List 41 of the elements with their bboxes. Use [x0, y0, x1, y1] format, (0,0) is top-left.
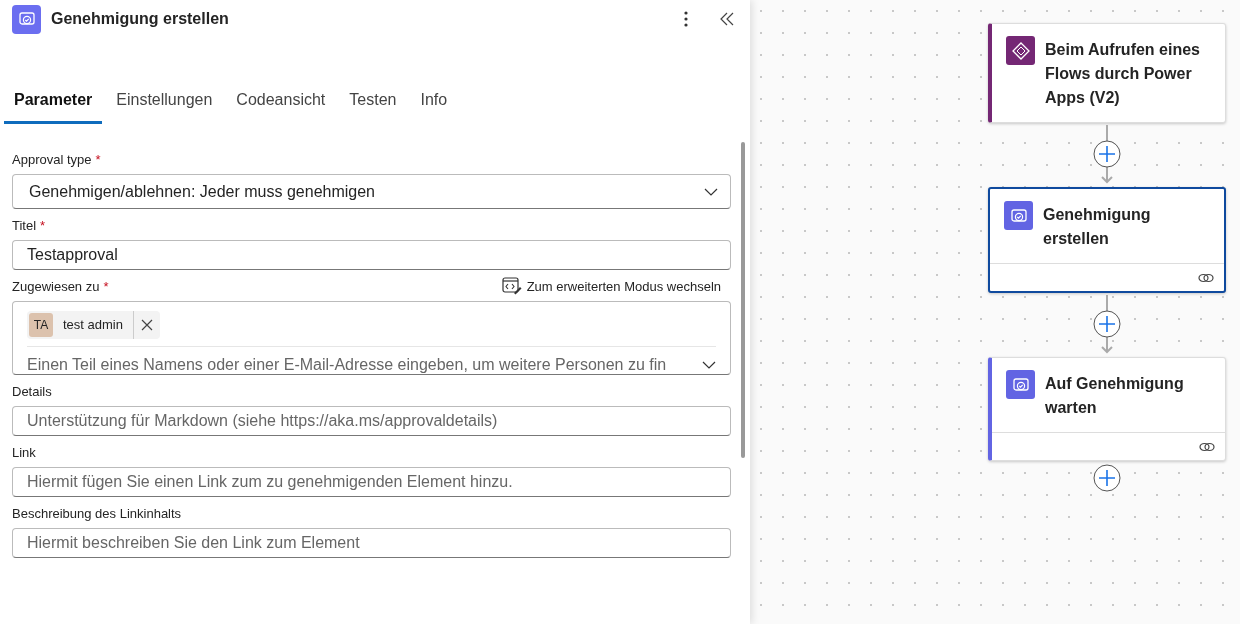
tab[interactable]: Codeansicht — [226, 85, 336, 124]
field-label: Approval type — [12, 151, 92, 167]
tab[interactable]: Parameter — [4, 85, 103, 124]
required-mark: * — [40, 217, 46, 233]
tab[interactable]: Einstellungen — [106, 85, 223, 124]
step-title: Genehmigung erstellen — [1043, 205, 1152, 249]
add-step-icon[interactable] — [1092, 463, 1122, 493]
field-label: Link — [12, 444, 36, 460]
input-field[interactable]: Hiermit beschreiben Sie den Link zum Element — [12, 528, 731, 558]
required-mark: * — [103, 278, 109, 294]
step-title: Auf Genehmigung warten — [1045, 374, 1185, 418]
link-icon — [1198, 272, 1214, 283]
approval-icon — [1006, 370, 1035, 399]
connector-arrow — [1092, 125, 1122, 185]
advanced-mode-link[interactable]: Zum erweiterten Modus wechseln — [501, 277, 731, 295]
approval-icon — [12, 4, 41, 34]
input-field[interactable]: Unterstützung für Markdown (siehe https://aka.ms/approvaldetails) — [12, 406, 731, 436]
flow-step-card[interactable]: Genehmigung erstellen — [988, 187, 1226, 293]
step-title: Beim Aufrufen eines Flows durch Power Apps (V2) — [1045, 40, 1201, 108]
input-field[interactable]: Hiermit fügen Sie einen Link zum zu genehmigenden Element hinzu. — [12, 467, 731, 497]
chevron-down-icon[interactable] — [702, 361, 716, 369]
chevron-down-icon — [704, 187, 718, 196]
code-edit-icon — [501, 277, 522, 295]
connector-arrow — [1092, 295, 1122, 355]
field-label: Beschreibung des Linkinhalts — [12, 505, 182, 521]
tab[interactable]: Testen — [339, 85, 407, 124]
field-label: Titel — [12, 217, 37, 233]
panel-title: Genehmigung erstellen — [51, 10, 230, 28]
tab[interactable]: Info — [410, 85, 458, 124]
flow-step-card[interactable]: Auf Genehmigung warten — [988, 357, 1226, 461]
approval-icon — [1004, 201, 1033, 230]
field-label: Details — [12, 383, 52, 399]
person-chip[interactable]: TA test admin — [27, 311, 160, 339]
text-field[interactable]: Testapproval — [12, 240, 731, 270]
flow-step-card[interactable]: Beim Aufrufen eines Flows durch Power Apps (V2) — [988, 23, 1226, 123]
field-label: Zugewiesen zu — [12, 278, 100, 294]
people-picker-field[interactable]: TA test admin Einen Teil eines Namens oder einer E-Mail-Adresse eingeben, um weitere Personen zu fin — [12, 301, 731, 375]
link-icon — [1199, 441, 1215, 452]
required-mark: * — [95, 151, 101, 167]
scrollbar[interactable] — [741, 142, 745, 458]
dropdown-field[interactable]: Genehmigen/ablehnen: Jeder muss genehmigen — [12, 174, 731, 209]
